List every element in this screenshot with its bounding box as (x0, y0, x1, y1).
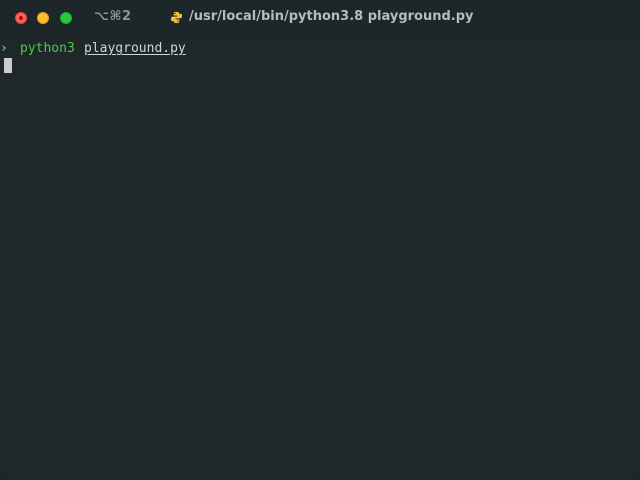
terminal-output[interactable]: › python3 playground.py (0, 36, 640, 480)
title-bar[interactable]: ⌥⌘2 /usr/local/bin/python3.8 playground.… (0, 0, 640, 36)
window-shortcut-label: ⌥⌘2 (94, 9, 132, 24)
prompt-chevron-icon: › (0, 41, 8, 56)
zoom-window-button[interactable] (60, 12, 72, 24)
terminal-window: ⌥⌘2 /usr/local/bin/python3.8 playground.… (0, 0, 640, 480)
text-cursor (4, 58, 12, 73)
window-title-text: /usr/local/bin/python3.8 playground.py (189, 9, 474, 24)
minimize-window-button[interactable] (37, 12, 49, 24)
python-icon (170, 11, 183, 24)
command-text: python3 (20, 41, 75, 56)
close-window-button[interactable] (15, 12, 27, 24)
command-argument-link[interactable]: playground.py (84, 40, 186, 57)
